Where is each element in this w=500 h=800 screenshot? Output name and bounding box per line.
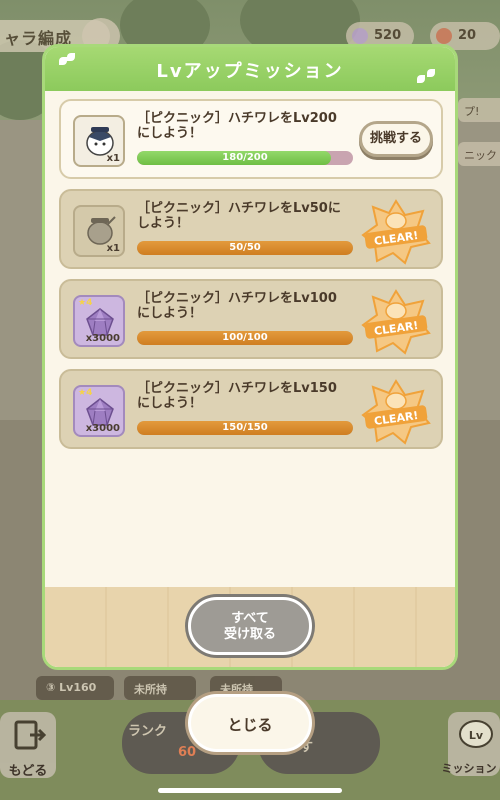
mission-row: x1 ［ピクニック］ハチワレをLv200にしよう！ 180/200 挑戦する bbox=[59, 99, 443, 179]
lv-mission-label: ミッション bbox=[441, 762, 497, 775]
mission-row: ★4 x3000 ［ピクニック］ハチワレをLv150にしよう！ 150/150 … bbox=[59, 369, 443, 449]
mission-row: ★4 x3000 ［ピクニック］ハチワレをLv100にしよう！ 100/100 … bbox=[59, 279, 443, 359]
mission-description: ［ピクニック］ハチワレをLv150にしよう！ bbox=[137, 381, 337, 411]
reward-quantity: x3000 bbox=[85, 333, 120, 344]
mission-description: ［ピクニック］ハチワレをLv50にしよう！ bbox=[137, 201, 341, 231]
character-card-label[interactable]: ③ Lv160 bbox=[36, 676, 114, 700]
home-indicator[interactable] bbox=[158, 788, 342, 793]
progress-label: 180/200 bbox=[222, 152, 268, 163]
star-rank-badge: ★4 bbox=[78, 298, 93, 308]
candy-icon bbox=[352, 28, 368, 44]
star-rank-badge: ★4 bbox=[78, 388, 93, 398]
rank-label: ランク bbox=[128, 724, 168, 739]
mission-description: ［ピクニック］ハチワレをLv100にしよう！ bbox=[137, 291, 337, 321]
character-card-label[interactable]: 未所持 bbox=[124, 676, 196, 700]
speech-bubble-icon: Lv bbox=[459, 720, 493, 748]
reward-quantity: x1 bbox=[106, 153, 120, 164]
mission-progress-bar: 150/150 bbox=[137, 421, 353, 435]
reward-quantity: x3000 bbox=[85, 423, 120, 434]
dialog-title: Lvアップミッション bbox=[156, 61, 344, 82]
receive-all-line1: すべて bbox=[231, 611, 269, 626]
progress-label: 100/100 bbox=[222, 332, 268, 343]
currency-value: 520 bbox=[374, 28, 402, 43]
clear-stamp-icon: CLEAR! bbox=[361, 289, 431, 355]
reward-item: ★4 x3000 bbox=[73, 295, 125, 347]
mission-progress-bar: 50/50 bbox=[137, 241, 353, 255]
reward-item: ★4 x3000 bbox=[73, 385, 125, 437]
star-rank-value: 4 bbox=[86, 298, 93, 308]
mission-progress-bar: 100/100 bbox=[137, 331, 353, 345]
currency-value: 20 bbox=[458, 28, 477, 43]
lv-up-mission-dialog: Lvアップミッション x1 ［ピクニック］ハチワレをLv200にしよう！ 180… bbox=[42, 44, 458, 670]
mission-progress-bar: 180/200 bbox=[137, 151, 353, 165]
mission-row: x1 ［ピクニック］ハチワレをLv50にしよう！ 50/50 CLEAR! bbox=[59, 189, 443, 269]
side-tab[interactable]: プ! bbox=[458, 98, 500, 122]
exit-door-icon bbox=[14, 720, 47, 750]
svg-text:Lv: Lv bbox=[469, 729, 484, 742]
back-label: もどる bbox=[8, 764, 48, 779]
close-label: とじる bbox=[227, 716, 273, 734]
receive-all-label: すべて 受け取る bbox=[191, 611, 309, 643]
challenge-button[interactable]: 挑戦する bbox=[359, 121, 433, 157]
side-tab[interactable]: ニック bbox=[458, 142, 500, 166]
clear-stamp-icon: CLEAR! bbox=[361, 379, 431, 445]
clear-stamp-icon: CLEAR! bbox=[361, 199, 431, 265]
rank-value: 60 bbox=[178, 745, 197, 760]
progress-label: 150/150 bbox=[222, 422, 268, 433]
reward-item: x1 bbox=[73, 115, 125, 167]
swirl-coin-icon bbox=[436, 28, 452, 44]
close-button[interactable]: とじる bbox=[188, 694, 312, 752]
receive-all-button[interactable]: すべて 受け取る bbox=[188, 597, 312, 655]
star-rank-value: 4 bbox=[86, 388, 93, 398]
receive-all-line2: 受け取る bbox=[223, 627, 276, 642]
dialog-header: Lvアップミッション bbox=[45, 47, 455, 91]
reward-item: x1 bbox=[73, 205, 125, 257]
mission-description: ［ピクニック］ハチワレをLv200にしよう！ bbox=[137, 111, 337, 141]
progress-label: 50/50 bbox=[229, 242, 261, 253]
reward-quantity: x1 bbox=[106, 243, 120, 254]
